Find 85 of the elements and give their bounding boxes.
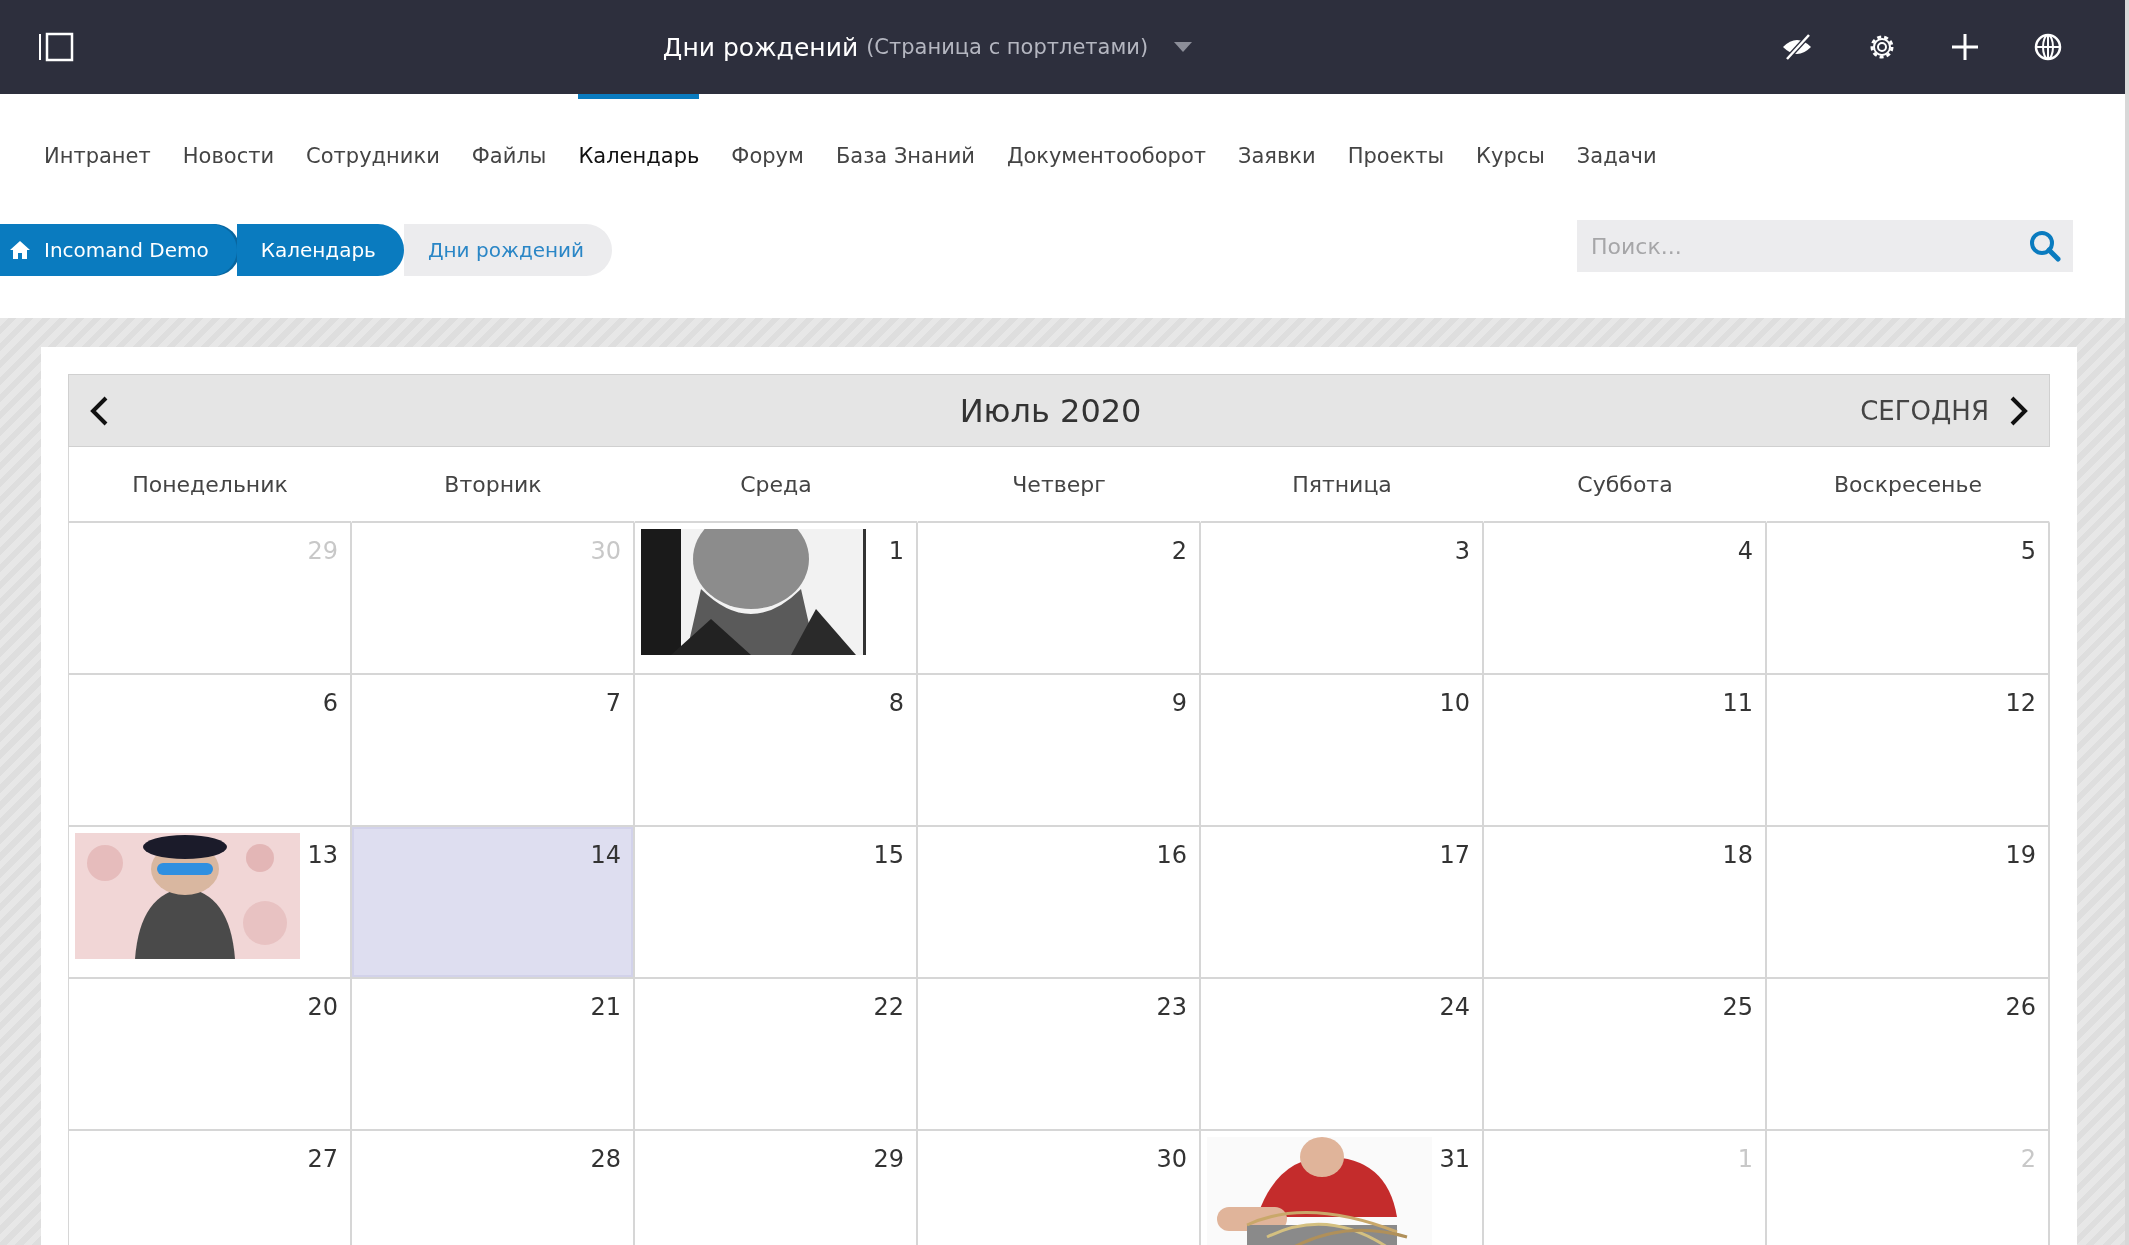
day-cell[interactable]: 17: [1201, 827, 1484, 979]
day-cell[interactable]: 13: [69, 827, 352, 979]
day-number: 14: [590, 840, 622, 869]
day-cell[interactable]: 26: [1767, 979, 2050, 1131]
breadcrumb-link[interactable]: Календарь: [236, 224, 404, 276]
day-number: 22: [873, 992, 905, 1021]
day-number: 29: [873, 1144, 905, 1173]
nav-tab[interactable]: Документооборот: [1006, 94, 1206, 200]
nav-tab[interactable]: Новости: [182, 94, 275, 200]
nav-tab[interactable]: Курсы: [1476, 94, 1545, 200]
search-button[interactable]: [2017, 220, 2073, 272]
day-cell[interactable]: 25: [1484, 979, 1767, 1131]
day-cell[interactable]: 3: [1201, 523, 1484, 675]
day-cell[interactable]: 18: [1484, 827, 1767, 979]
nav-tab[interactable]: Календарь: [578, 94, 700, 200]
day-cell[interactable]: 8: [635, 675, 918, 827]
nav-tab[interactable]: База Знаний: [835, 94, 975, 200]
day-number: 8: [888, 688, 905, 717]
day-number: 9: [1171, 688, 1188, 717]
day-cell[interactable]: 5: [1767, 523, 2050, 675]
day-cell[interactable]: 21: [352, 979, 635, 1131]
search-icon: [2029, 230, 2061, 262]
day-cell[interactable]: 11: [1484, 675, 1767, 827]
day-number: 13: [307, 840, 339, 869]
day-number: 1: [888, 536, 905, 565]
day-cell[interactable]: 23: [918, 979, 1201, 1131]
day-number: 30: [1156, 1144, 1188, 1173]
day-number: 5: [2020, 536, 2037, 565]
day-cell[interactable]: 14: [352, 827, 635, 979]
day-cell[interactable]: 12: [1767, 675, 2050, 827]
chevron-left-icon: [89, 394, 109, 427]
nav-tab[interactable]: Форум: [731, 94, 804, 200]
page-title: Дни рождений: [662, 32, 859, 62]
day-cell[interactable]: 4: [1484, 523, 1767, 675]
day-cell[interactable]: 15: [635, 827, 918, 979]
day-number: 27: [307, 1144, 339, 1173]
day-number: 21: [590, 992, 622, 1021]
day-number: 3: [1454, 536, 1471, 565]
page-subtitle: (Страница с портлетами): [866, 35, 1149, 59]
caret-icon[interactable]: [1174, 42, 1193, 52]
sidebar-toggle-icon[interactable]: [38, 31, 74, 63]
day-number: 2: [1171, 536, 1188, 565]
day-number: 23: [1156, 992, 1188, 1021]
day-number: 10: [1439, 688, 1471, 717]
day-cell[interactable]: 20: [69, 979, 352, 1131]
day-cell[interactable]: 10: [1201, 675, 1484, 827]
nav-tab[interactable]: Интранет: [44, 94, 151, 200]
day-number: 12: [2005, 688, 2037, 717]
day-number: 20: [307, 992, 339, 1021]
month-title: Июль 2020: [958, 391, 1143, 430]
home-icon: [10, 241, 30, 259]
day-number: 11: [1722, 688, 1754, 717]
nav-tab[interactable]: Заявки: [1237, 94, 1316, 200]
day-number: 24: [1439, 992, 1471, 1021]
day-number: 16: [1156, 840, 1188, 869]
globe-icon[interactable]: [2033, 32, 2063, 62]
day-number: 7: [605, 688, 622, 717]
day-number: 15: [873, 840, 905, 869]
day-number: 25: [1722, 992, 1754, 1021]
nav-tab[interactable]: Сотрудники: [306, 94, 440, 200]
day-number: 31: [1439, 1144, 1471, 1173]
day-cell[interactable]: 9: [918, 675, 1201, 827]
eye-off-icon[interactable]: [1781, 33, 1813, 61]
day-cell[interactable]: 24: [1201, 979, 1484, 1131]
search-field[interactable]: Поиск...: [1577, 220, 2017, 272]
day-number: 17: [1439, 840, 1471, 869]
day-number: 18: [1722, 840, 1754, 869]
day-cell[interactable]: 22: [635, 979, 918, 1131]
day-number: 28: [590, 1144, 622, 1173]
nav-tab[interactable]: Задачи: [1576, 94, 1657, 200]
day-cell[interactable]: 2: [918, 523, 1201, 675]
day-cell[interactable]: 16: [918, 827, 1201, 979]
day-number: 26: [2005, 992, 2037, 1021]
day-cell[interactable]: 1: [635, 523, 918, 675]
plus-icon[interactable]: [1951, 33, 1979, 61]
day-number: 4: [1737, 536, 1754, 565]
day-cell[interactable]: 19: [1767, 827, 2050, 979]
nav-tab[interactable]: Проекты: [1347, 94, 1445, 200]
day-number: 6: [322, 688, 339, 717]
today-button[interactable]: СЕГОДНЯ: [1846, 389, 2003, 432]
nav-tab[interactable]: Файлы: [471, 94, 547, 200]
day-cell[interactable]: 7: [352, 675, 635, 827]
day-number: 19: [2005, 840, 2037, 869]
chevron-right-icon: [2009, 394, 2029, 427]
day-cell[interactable]: 6: [69, 675, 352, 827]
